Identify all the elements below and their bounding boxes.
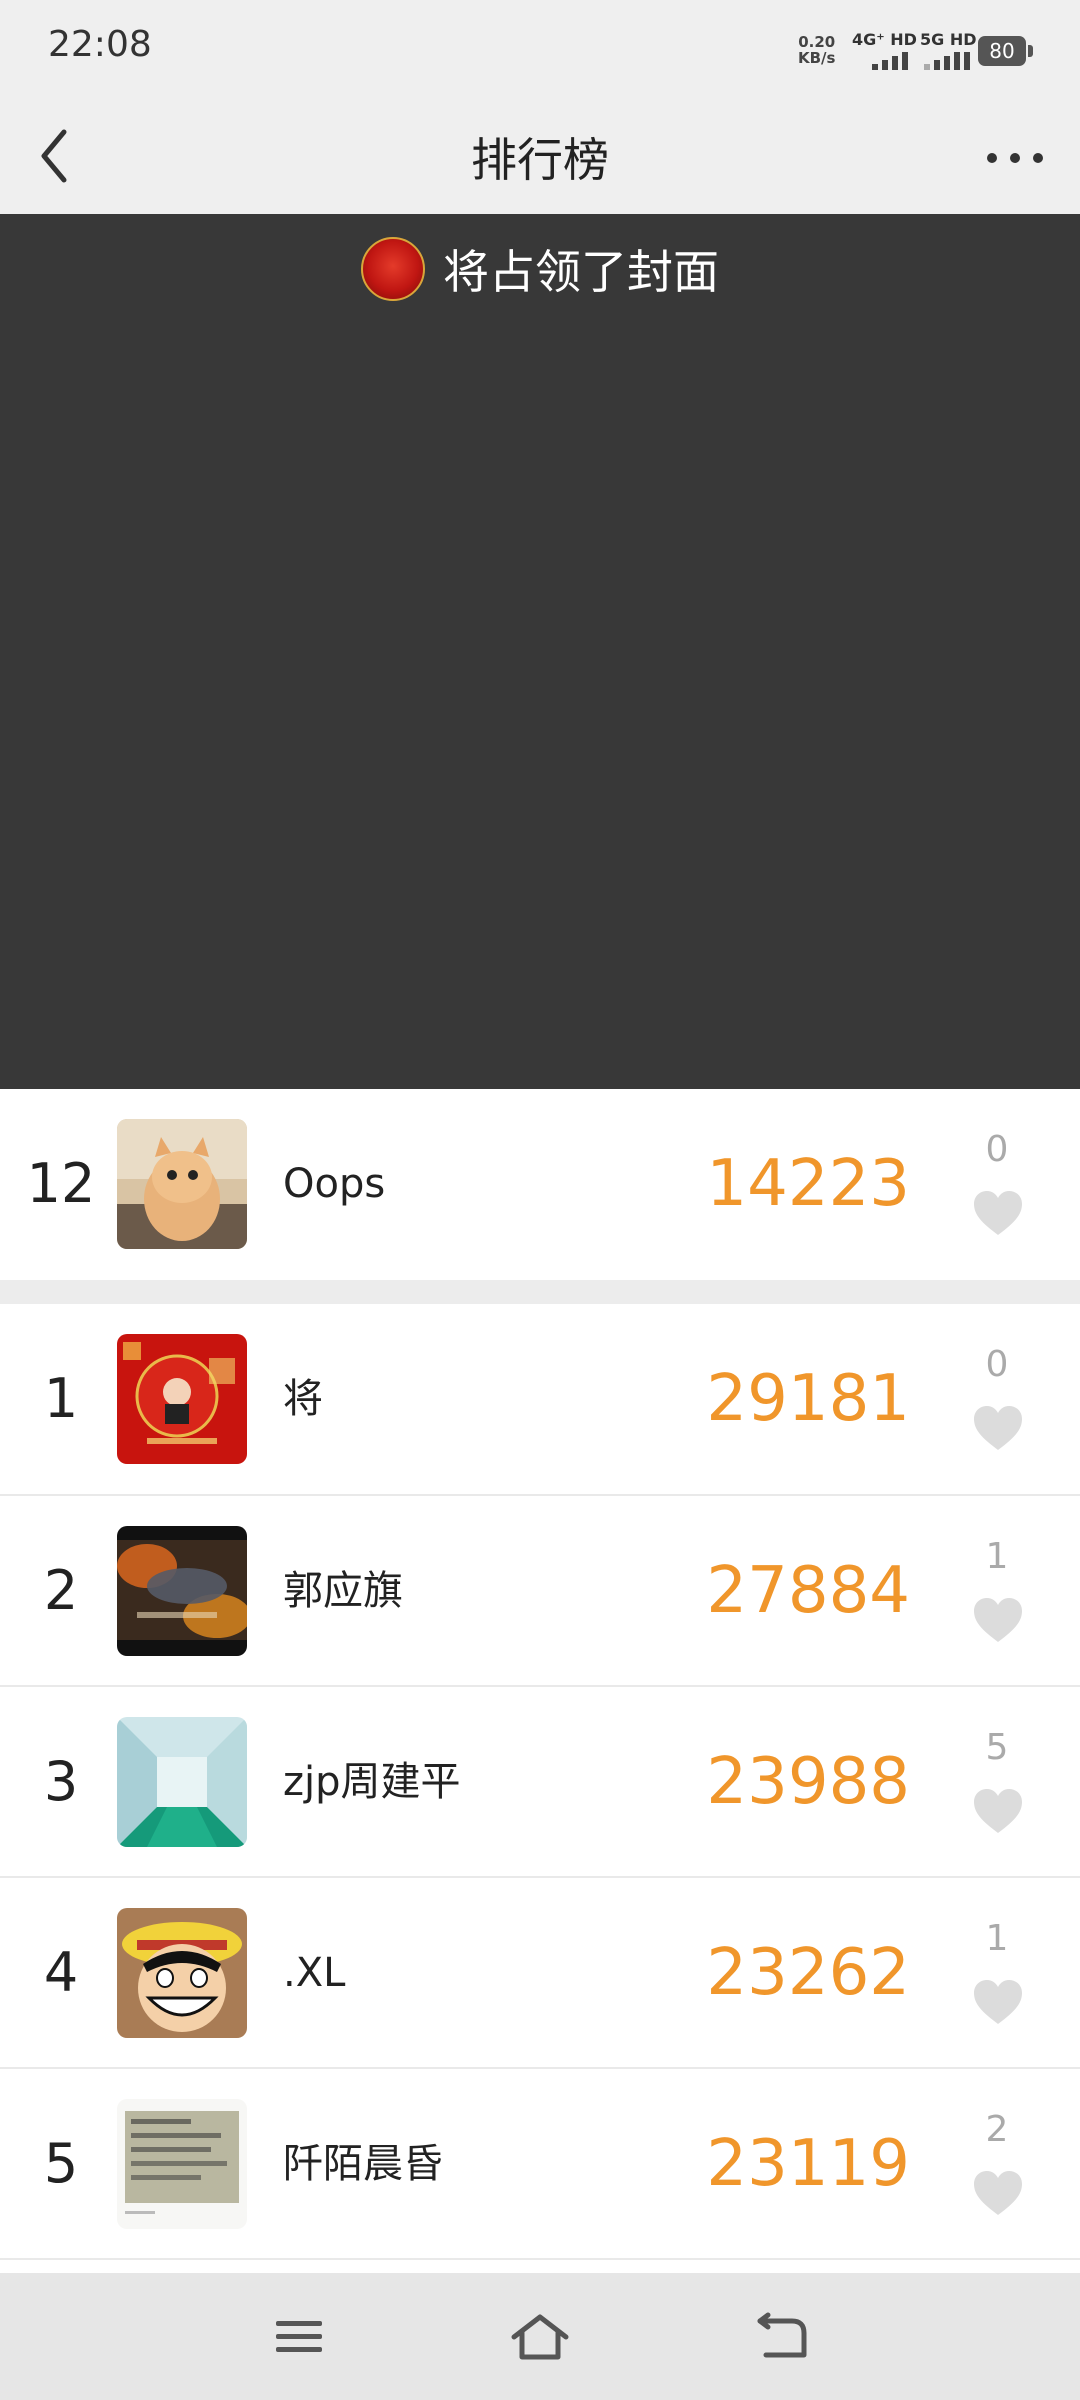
cover-caption: 将占领了封面 [0, 236, 1080, 302]
rank-number: 4 [43, 1941, 79, 2004]
like-count: 5 [985, 1727, 1009, 1768]
avatar[interactable] [117, 1334, 247, 1464]
leaderboard-row[interactable]: 5 阡陌晨昏 23119 2 [0, 2069, 1080, 2259]
cover-area[interactable]: 将占领了封面 [0, 214, 1080, 1089]
avatar[interactable] [117, 1908, 247, 2038]
heart-icon[interactable] [972, 1596, 1024, 1644]
leaderboard-row[interactable]: 2 郭应旗 27884 1 [0, 1496, 1080, 1686]
menu-button[interactable] [270, 2311, 330, 2363]
network-speed-value: 0.20 [798, 33, 836, 51]
rank-number: 1 [43, 1367, 79, 1430]
signal-bars-1-icon [872, 52, 908, 70]
sim2-label: 5G HD [920, 30, 977, 49]
like-count: 0 [985, 1344, 1009, 1385]
menu-icon [276, 2321, 322, 2352]
leaderboard-row[interactable]: 1 将 29181 0 [0, 1304, 1080, 1494]
user-name: 郭应旗 [283, 1568, 403, 1614]
avatar-image [117, 2099, 247, 2229]
rank-number: 12 [26, 1152, 96, 1215]
more-dots-icon [987, 153, 1043, 163]
back-icon [757, 2312, 807, 2358]
score: 23988 [706, 1745, 910, 1819]
like-count: 1 [985, 1918, 1009, 1959]
heart-icon[interactable] [972, 1404, 1024, 1452]
score: 23262 [706, 1936, 910, 2010]
avatar-image [117, 1908, 247, 2038]
heart-icon[interactable] [972, 2169, 1024, 2217]
heart-icon[interactable] [972, 1787, 1024, 1835]
user-name: 阡陌晨昏 [283, 2141, 443, 2187]
score: 14223 [706, 1147, 910, 1221]
avatar-image [117, 1526, 247, 1656]
home-button[interactable] [510, 2311, 570, 2363]
battery-icon: 80 [978, 36, 1033, 66]
sim1-label: 4G⁺ HD [852, 30, 917, 49]
avatar-image [117, 1334, 247, 1464]
rank-number: 3 [43, 1750, 79, 1813]
signal-bars-2-icon [924, 52, 970, 70]
avatar[interactable] [117, 1717, 247, 1847]
leaderboard-row[interactable]: 3 zjp周建平 23988 5 [0, 1687, 1080, 1877]
title-bar: 排行榜 [0, 100, 1080, 214]
like-count: 2 [985, 2109, 1009, 2150]
user-name: Oops [283, 1161, 386, 1207]
row-divider [0, 2258, 1080, 2260]
avatar[interactable] [117, 1119, 247, 1249]
system-nav-bar [0, 2273, 1080, 2400]
leaderboard-row[interactable]: 4 .XL 23262 1 [0, 1878, 1080, 2068]
user-name: .XL [283, 1950, 346, 1996]
avatar[interactable] [117, 2099, 247, 2229]
nav-back-button[interactable] [752, 2311, 812, 2363]
user-name: zjp周建平 [283, 1759, 461, 1805]
like-count: 1 [985, 1536, 1009, 1577]
more-button[interactable] [980, 128, 1050, 188]
cover-caption-text: 将占领了封面 [443, 245, 719, 299]
score: 27884 [706, 1554, 910, 1628]
heart-icon[interactable] [972, 1189, 1024, 1237]
section-separator [0, 1280, 1080, 1304]
heart-icon[interactable] [972, 1978, 1024, 2026]
network-speed: 0.20 KB/s [798, 34, 835, 66]
like-count: 0 [985, 1129, 1009, 1170]
rank-number: 2 [43, 1559, 79, 1622]
page-title: 排行榜 [471, 133, 609, 187]
rank-number: 5 [43, 2132, 79, 2195]
avatar-image [117, 1119, 247, 1249]
score: 23119 [706, 2127, 910, 2201]
avatar[interactable] [117, 1526, 247, 1656]
status-bar: 22:08 0.20 KB/s 4G⁺ HD 5G HD 80 [0, 0, 1080, 100]
status-time: 22:08 [48, 24, 152, 65]
score: 29181 [706, 1362, 910, 1436]
avatar-image [117, 1717, 247, 1847]
my-rank-row[interactable]: 12 Oops 14223 0 [0, 1089, 1080, 1279]
home-icon [511, 2314, 569, 2360]
network-speed-unit: KB/s [798, 49, 836, 67]
cover-avatar [361, 237, 425, 301]
user-name: 将 [283, 1376, 323, 1422]
